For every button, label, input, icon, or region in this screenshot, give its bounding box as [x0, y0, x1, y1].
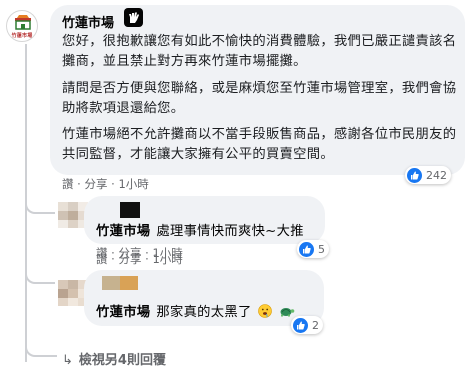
turtle-icon	[280, 308, 294, 317]
logo-text: 竹蓮市場	[11, 33, 33, 39]
separator: ·	[107, 177, 119, 191]
like-link[interactable]: 讚	[62, 177, 74, 191]
comment-paragraph: 請問是否方便與您聯絡，或是麻煩您至竹蓮市場管理室，我們會協助將款項退還給您。	[62, 81, 457, 116]
comment-actions: 讚 · 分享 · 1小時	[62, 176, 149, 192]
timestamp[interactable]: 1小時	[152, 252, 182, 266]
page-avatar[interactable]: 竹蓮市場	[6, 10, 38, 42]
reply-message: 處理事情快而爽快~大推	[156, 224, 304, 239]
redacted-name	[120, 202, 140, 218]
verified-badge-icon	[124, 8, 143, 27]
thread-connector	[25, 270, 55, 284]
reply-arrow-icon: ↳	[62, 353, 73, 368]
reaction-count[interactable]: 5	[297, 240, 329, 258]
separator: ·	[141, 252, 153, 266]
reaction-number: 2	[312, 318, 319, 332]
reaction-number: 5	[318, 242, 325, 256]
separator: ·	[107, 252, 119, 266]
reply-actions: 讚 · 分享 · 1小時	[96, 251, 183, 267]
reaction-count[interactable]: 2	[291, 316, 323, 334]
reaction-number: 242	[426, 168, 447, 182]
thread-connector	[25, 200, 55, 214]
redacted-name	[120, 276, 138, 290]
thread-connector	[25, 343, 57, 357]
separator: ·	[73, 177, 85, 191]
view-more-replies-link[interactable]: ↳ 檢視另4則回覆	[62, 349, 166, 368]
like-icon	[407, 167, 422, 183]
reply-author[interactable]: 竹蓮市場	[96, 224, 150, 239]
share-link[interactable]: 分享	[118, 252, 141, 266]
like-icon	[299, 241, 314, 257]
like-icon	[293, 317, 308, 333]
like-link[interactable]: 讚	[96, 252, 108, 266]
comment-paragraph: 您好，很抱歉讓您有如此不愉快的消費體驗，我們已嚴正譴責該名攤商，並且禁止對方再來…	[62, 34, 457, 69]
redacted-name	[102, 276, 120, 290]
view-more-label: 檢視另4則回覆	[78, 353, 166, 368]
comment-paragraph: 竹蓮市場絕不允許攤商以不當手段販售商品，感謝各位市民朋友的共同監督，才能讓大家擁…	[62, 127, 457, 162]
reply-author[interactable]: 竹蓮市場	[96, 305, 150, 320]
reply-message: 那家真的太黑了	[156, 305, 252, 320]
comment-author[interactable]: 竹蓮市場	[62, 12, 114, 31]
reaction-count[interactable]: 242	[405, 166, 451, 184]
timestamp[interactable]: 1小時	[118, 177, 148, 191]
reply-text: 竹蓮市場 那家真的太黑了	[96, 301, 295, 320]
reply-text: 竹蓮市場 處理事情快而爽快~大推	[96, 220, 304, 239]
drooling-face-icon	[258, 304, 272, 318]
market-logo-icon	[15, 15, 31, 30]
share-link[interactable]: 分享	[84, 177, 107, 191]
